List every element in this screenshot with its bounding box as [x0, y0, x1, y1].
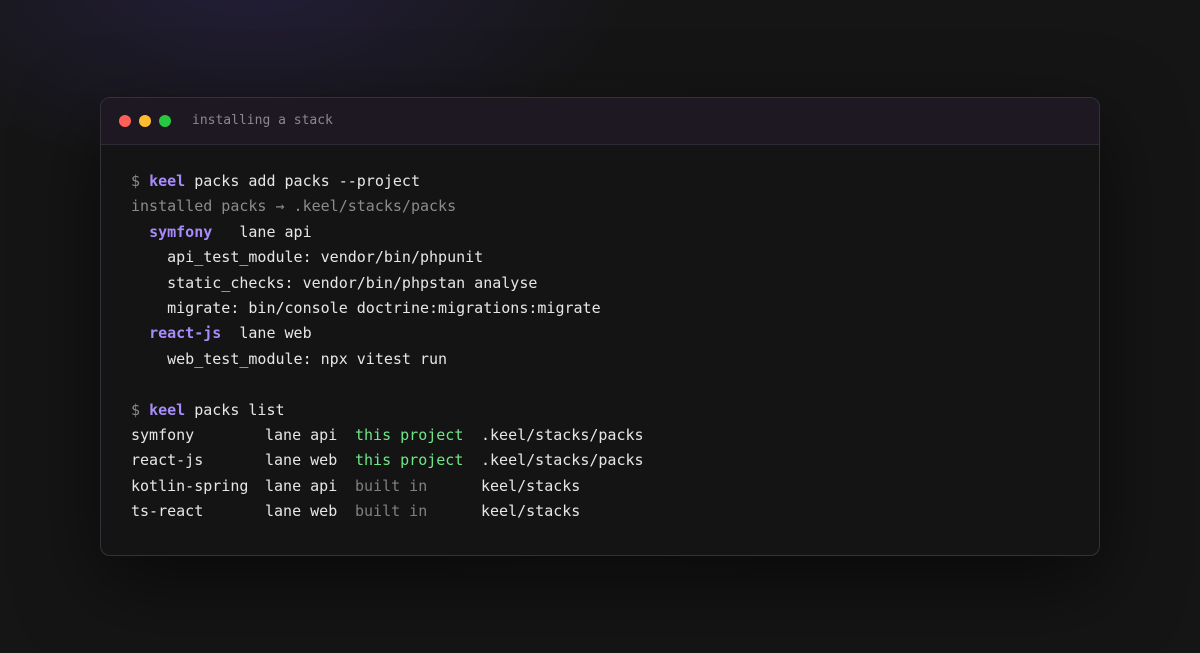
- pack-list-row: ts-react lane web built in keel/stacks: [131, 499, 1079, 524]
- pack-list-origin: this project: [355, 425, 464, 444]
- pack-name: react-js: [149, 324, 222, 343]
- command-args: packs add packs --project: [194, 172, 420, 190]
- pack-list-origin: built in: [355, 502, 428, 521]
- pack-list-row: symfony lane api this project .keel/stacks/…: [131, 423, 1079, 448]
- add-command-line: $ keel packs add packs --project: [131, 169, 1079, 194]
- pack-list-name: kotlin-spring: [131, 476, 249, 495]
- module-entry: migrate: bin/console doctrine:migrations…: [167, 298, 601, 317]
- command-binary: keel: [149, 400, 186, 419]
- pack-list-origin: built in: [355, 476, 428, 495]
- prompt-symbol: $: [131, 172, 141, 190]
- pack-list-lane: lane api: [265, 425, 338, 444]
- module-entry: web_test_module: npx vitest run: [167, 349, 448, 368]
- pack-list-lane: lane web: [265, 451, 338, 470]
- pack-lane: lane web: [239, 324, 312, 343]
- pack-list-lane: lane web: [265, 502, 338, 521]
- pack-list-path: keel/stacks: [481, 502, 581, 521]
- command-args: packs list: [194, 400, 285, 419]
- minimize-button[interactable]: [139, 115, 151, 127]
- list-command-line: $ keel packs list: [131, 398, 1079, 423]
- pack-spacing: [221, 324, 239, 342]
- pack-module-line: migrate: bin/console doctrine:migrations…: [131, 296, 1079, 321]
- command-binary: keel: [149, 172, 186, 190]
- pack-list-row: kotlin-spring lane api built in keel/stacks: [131, 474, 1079, 499]
- pack-list-name: react-js: [131, 451, 204, 470]
- installed-pack-react-js: react-js lane web: [131, 321, 1079, 346]
- pack-list-lane: lane api: [265, 476, 338, 495]
- module-entry: api_test_module: vendor/bin/phpunit: [167, 248, 484, 267]
- pack-list-row: react-js lane web this project .keel/stacks…: [131, 448, 1079, 473]
- maximize-button[interactable]: [159, 115, 171, 127]
- prompt-symbol: $: [131, 400, 141, 419]
- module-entry: static_checks: vendor/bin/phpstan analys…: [167, 273, 538, 292]
- terminal-window: installing a stack $ keel packs add pack…: [100, 97, 1100, 556]
- close-button[interactable]: [119, 115, 131, 127]
- pack-name: symfony: [149, 222, 213, 241]
- pack-list-path: keel/stacks: [481, 476, 581, 495]
- window-titlebar: installing a stack: [101, 98, 1099, 145]
- installed-pack-symfony: symfony lane api: [131, 220, 1079, 245]
- pack-list-origin: this project: [355, 451, 464, 470]
- pack-module-line: static_checks: vendor/bin/phpstan analys…: [131, 271, 1079, 296]
- pack-list-name: ts-react: [131, 502, 204, 521]
- terminal-output: $ keel packs add packs --project install…: [131, 169, 1079, 524]
- pack-list-path: .keel/stacks/packs: [481, 425, 644, 444]
- window-title: installing a stack: [192, 113, 333, 128]
- pack-list-name: symfony: [131, 425, 195, 444]
- pack-spacing: [212, 223, 239, 241]
- pack-module-line: web_test_module: npx vitest run: [131, 347, 1079, 372]
- pack-lane: lane api: [239, 222, 312, 241]
- pack-list-path: .keel/stacks/packs: [481, 451, 644, 470]
- pack-module-line: api_test_module: vendor/bin/phpunit: [131, 245, 1079, 270]
- installed-summary-line: installed packs → .keel/stacks/packs: [131, 197, 457, 216]
